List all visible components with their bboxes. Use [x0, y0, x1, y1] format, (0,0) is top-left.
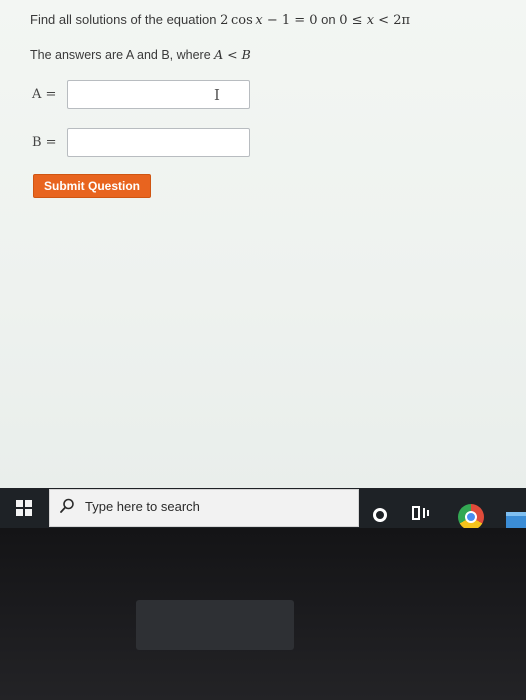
equation-variable: x: [255, 13, 263, 28]
browser-viewport: Find all solutions of the equation 2 cos…: [0, 0, 526, 488]
search-icon: [60, 498, 74, 513]
answers-note: The answers are A and B, where A < B: [30, 47, 251, 62]
laptop-camera-panel: [136, 600, 294, 650]
answers-note-text: The answers are A and B, where: [30, 48, 215, 62]
chrome-icon-center: [465, 511, 477, 523]
equation-coefficient: 2: [220, 13, 229, 28]
interval-variable: x: [366, 13, 375, 28]
task-view-icon[interactable]: [412, 506, 430, 522]
interval-upper: < 2π: [374, 13, 411, 28]
chrome-icon[interactable]: [458, 504, 484, 530]
windows-start-icon[interactable]: [16, 500, 32, 516]
submit-question-button[interactable]: Submit Question: [33, 174, 151, 198]
answer-a-label: A =: [32, 87, 57, 102]
answers-note-math: A < B: [214, 47, 251, 62]
answer-b-input[interactable]: [67, 128, 250, 157]
interval-lower: 0 ≤: [339, 13, 367, 28]
search-placeholder: Type here to search: [85, 499, 200, 514]
answer-b-label: B =: [32, 135, 57, 150]
on-word: on: [317, 12, 340, 27]
text-cursor-icon: I: [214, 86, 220, 104]
answer-a-input[interactable]: [67, 80, 250, 109]
equation-function: cos: [230, 13, 253, 28]
question-text: Find all solutions of the equation 2 cos…: [30, 12, 410, 28]
file-explorer-icon[interactable]: [506, 512, 526, 528]
question-prefix: Find all solutions of the equation: [30, 12, 221, 27]
equation-rest: − 1 = 0: [262, 13, 318, 28]
cortana-icon[interactable]: [373, 508, 387, 522]
